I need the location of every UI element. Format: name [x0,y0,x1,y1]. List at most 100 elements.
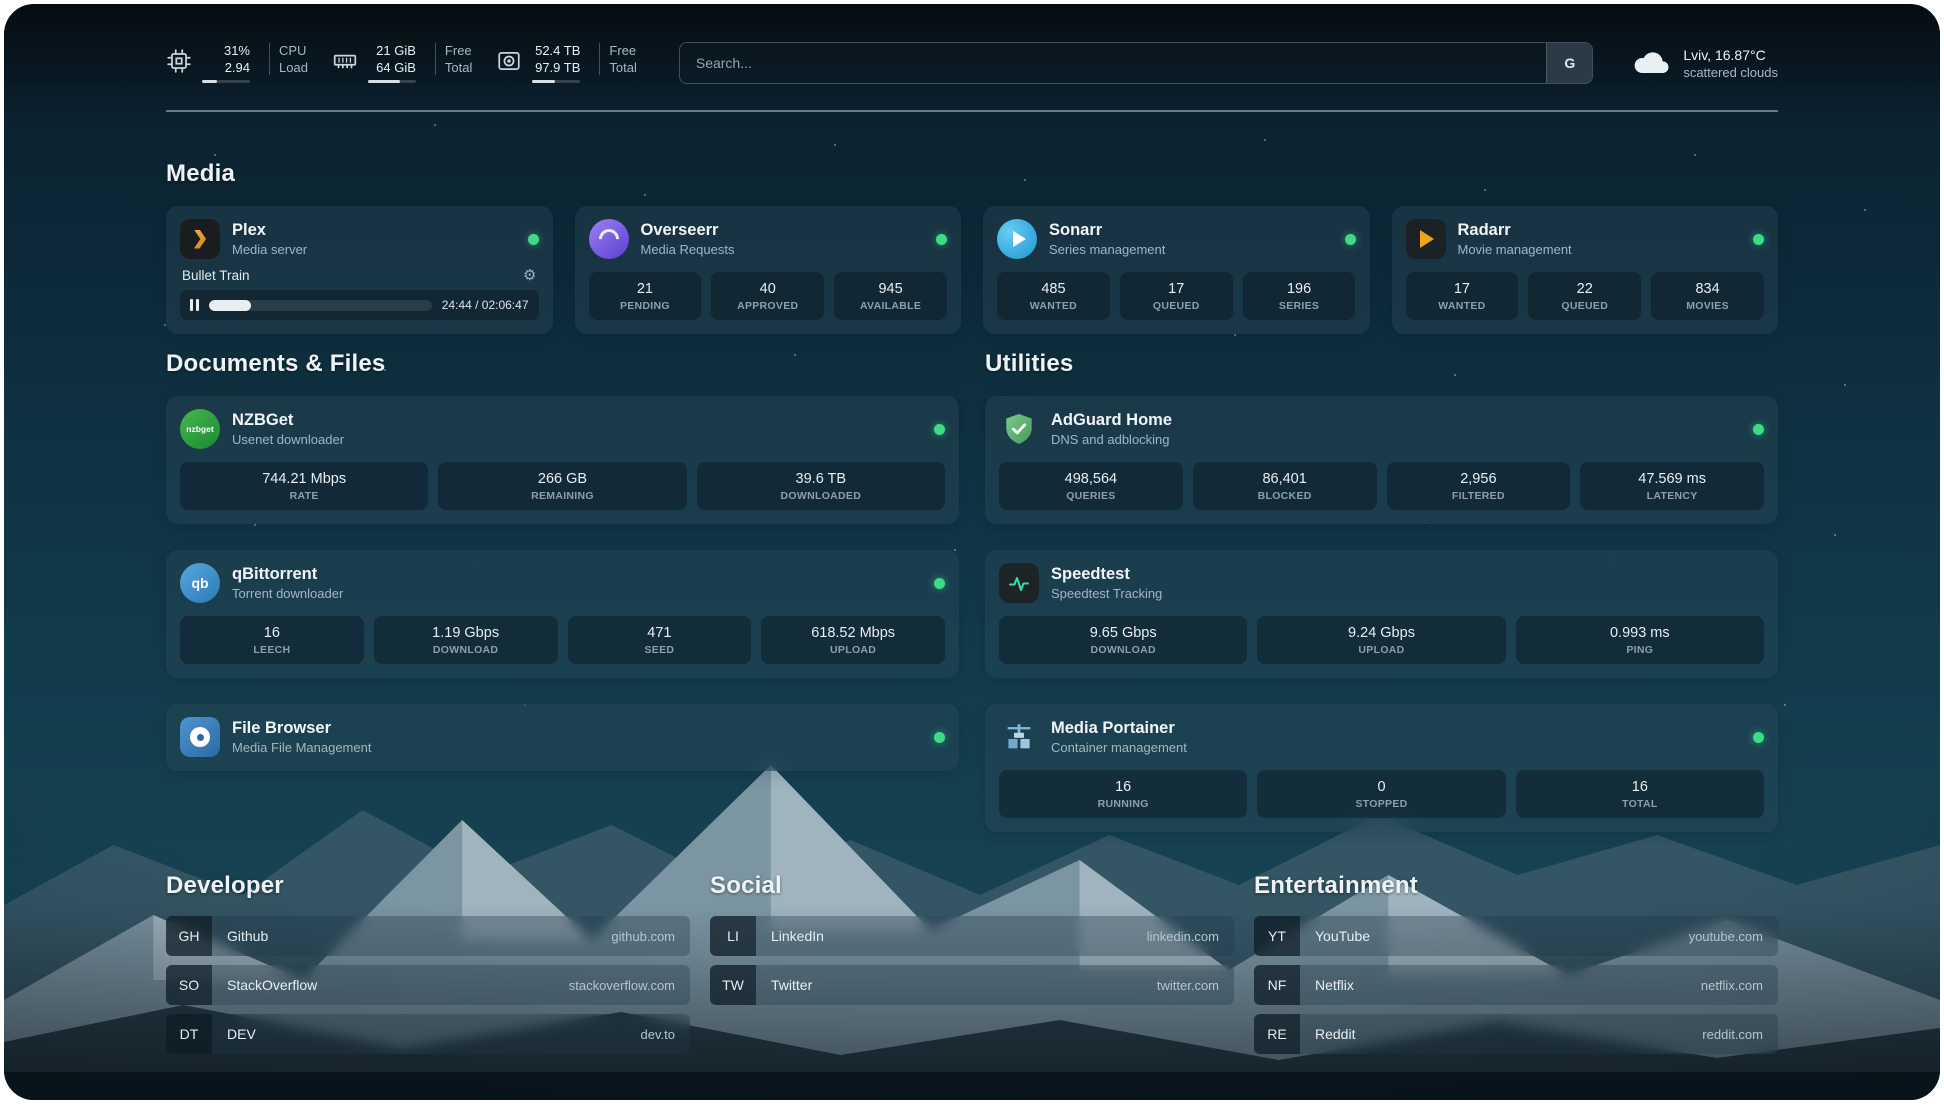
service-card-overseerr[interactable]: Overseerr Media Requests 21 PENDING 40 A… [575,206,962,334]
bookmark-github[interactable]: GH Github github.com [166,916,690,956]
bookmark-url: twitter.com [1157,978,1234,993]
service-card-qbittorrent[interactable]: qb qBittorrent Torrent downloader 16 LEE… [166,550,959,678]
stat-label: MOVIES [1655,300,1760,312]
bookmark-url: github.com [611,929,690,944]
bookmark-stackoverflow[interactable]: SO StackOverflow stackoverflow.com [166,965,690,1005]
bookmark-abbr: LI [710,916,756,956]
stat-movies: 834 MOVIES [1651,272,1764,320]
bookmark-netflix[interactable]: NF Netflix netflix.com [1254,965,1778,1005]
stat-value: 21 [593,281,698,297]
service-description: Media Requests [641,242,735,257]
service-titles: Sonarr Series management [1049,221,1165,257]
bookmark-name: DEV [212,1026,256,1042]
playback-progress-row: 24:44 / 02:06:47 [180,290,539,320]
stat-value: 0.993 ms [1520,625,1760,641]
search-input[interactable] [680,43,1546,83]
stat-stopped: 0 STOPPED [1257,770,1505,818]
stat-blocked: 86,401 BLOCKED [1193,462,1377,510]
bookmark-dev[interactable]: DT DEV dev.to [166,1014,690,1054]
stats-row: 16 RUNNING 0 STOPPED 16 TOTAL [999,770,1764,818]
stat-label: STOPPED [1261,798,1501,810]
stat-label: LATENCY [1584,490,1760,502]
stat-label: PING [1520,644,1760,656]
cpu-widget: 31% 2.94 CPU Load [166,43,308,83]
stat-value: 22 [1532,281,1637,297]
stats-row: 17 WANTED 22 QUEUED 834 MOVIES [1406,272,1765,320]
stat-value: 485 [1001,281,1106,297]
stat-label: DOWNLOAD [378,644,554,656]
service-titles: Plex Media server [232,221,307,257]
status-dot [934,578,945,589]
stat-remaining: 266 GB REMAINING [438,462,686,510]
search-provider-button[interactable]: G [1546,43,1592,83]
cpu-percent: 31% [224,43,250,58]
service-description: Series management [1049,242,1165,257]
stat-value: 16 [1003,779,1243,795]
stat-leech: 16 LEECH [180,616,364,664]
progress-fill [209,300,251,311]
stat-label: WANTED [1001,300,1106,312]
bookmark-abbr: NF [1254,965,1300,1005]
service-titles: File Browser Media File Management [232,719,371,755]
progress-track[interactable] [209,300,432,311]
status-dot [1345,234,1356,245]
overseerr-icon [589,219,629,259]
plex-icon [180,219,220,259]
stat-label: UPLOAD [765,644,941,656]
card-header: Plex Media server [180,219,539,259]
cpu-usage-bar [202,80,250,83]
service-titles: Radarr Movie management [1458,221,1572,257]
service-description: Container management [1051,740,1187,755]
stat-queued: 22 QUEUED [1528,272,1641,320]
stat-value: 471 [572,625,748,641]
service-card-sonarr[interactable]: Sonarr Series management 485 WANTED 17 Q… [983,206,1370,334]
stat-label: RATE [184,490,424,502]
stat-value: 16 [1520,779,1760,795]
stat-label: FILTERED [1391,490,1567,502]
middle-columns: Documents & Files nzbget NZBGet Usenet d… [166,350,1778,832]
service-description: Speedtest Tracking [1051,586,1162,601]
status-dot [934,732,945,743]
bookmark-twitter[interactable]: TW Twitter twitter.com [710,965,1234,1005]
bookmark-url: reddit.com [1702,1027,1778,1042]
service-name: Plex [232,221,307,240]
pause-icon[interactable] [190,299,199,311]
stat-value: 498,564 [1003,471,1179,487]
bookmark-youtube[interactable]: YT YouTube youtube.com [1254,916,1778,956]
service-card-plex[interactable]: Plex Media server Bullet Train ⚙ 24:44 /… [166,206,553,334]
service-titles: Media Portainer Container management [1051,719,1187,755]
service-name: NZBGet [232,411,344,430]
card-header: Radarr Movie management [1406,219,1765,259]
disk-free-label: Free [609,43,636,58]
service-card-nzbget[interactable]: nzbget NZBGet Usenet downloader 744.21 M… [166,396,959,524]
card-header: Media Portainer Container management [999,717,1764,757]
section-utilities: Utilities [985,350,1778,832]
cloud-icon [1631,43,1671,83]
service-card-portainer[interactable]: Media Portainer Container management 16 … [985,704,1778,832]
service-card-radarr[interactable]: Radarr Movie management 17 WANTED 22 QUE… [1392,206,1779,334]
stat-value: 9.65 Gbps [1003,625,1243,641]
service-card-filebrowser[interactable]: File Browser Media File Management [166,704,959,771]
service-card-speedtest[interactable]: Speedtest Speedtest Tracking 9.65 Gbps D… [985,550,1778,678]
stat-queries: 498,564 QUERIES [999,462,1183,510]
card-header: Sonarr Series management [997,219,1356,259]
service-titles: NZBGet Usenet downloader [232,411,344,447]
memory-free-value: 21 GiB [376,43,416,58]
disk-free-value: 52.4 TB [535,43,580,58]
service-description: Movie management [1458,242,1572,257]
cpu-load-label: Load [279,60,308,75]
stat-label: RUNNING [1003,798,1243,810]
bookmark-url: linkedin.com [1147,929,1234,944]
stat-download: 9.65 Gbps DOWNLOAD [999,616,1247,664]
service-card-adguard[interactable]: AdGuard Home DNS and adblocking 498,564 … [985,396,1778,524]
stat-value: 1.19 Gbps [378,625,554,641]
settings-gear-icon[interactable]: ⚙ [523,268,536,283]
status-dot [934,424,945,435]
dashboard-frame: 31% 2.94 CPU Load [4,4,1940,1100]
status-dot [1753,732,1764,743]
bookmark-linkedin[interactable]: LI LinkedIn linkedin.com [710,916,1234,956]
bookmark-reddit[interactable]: RE Reddit reddit.com [1254,1014,1778,1054]
section-title-social: Social [710,872,1234,900]
card-header: Overseerr Media Requests [589,219,948,259]
service-titles: Overseerr Media Requests [641,221,735,257]
